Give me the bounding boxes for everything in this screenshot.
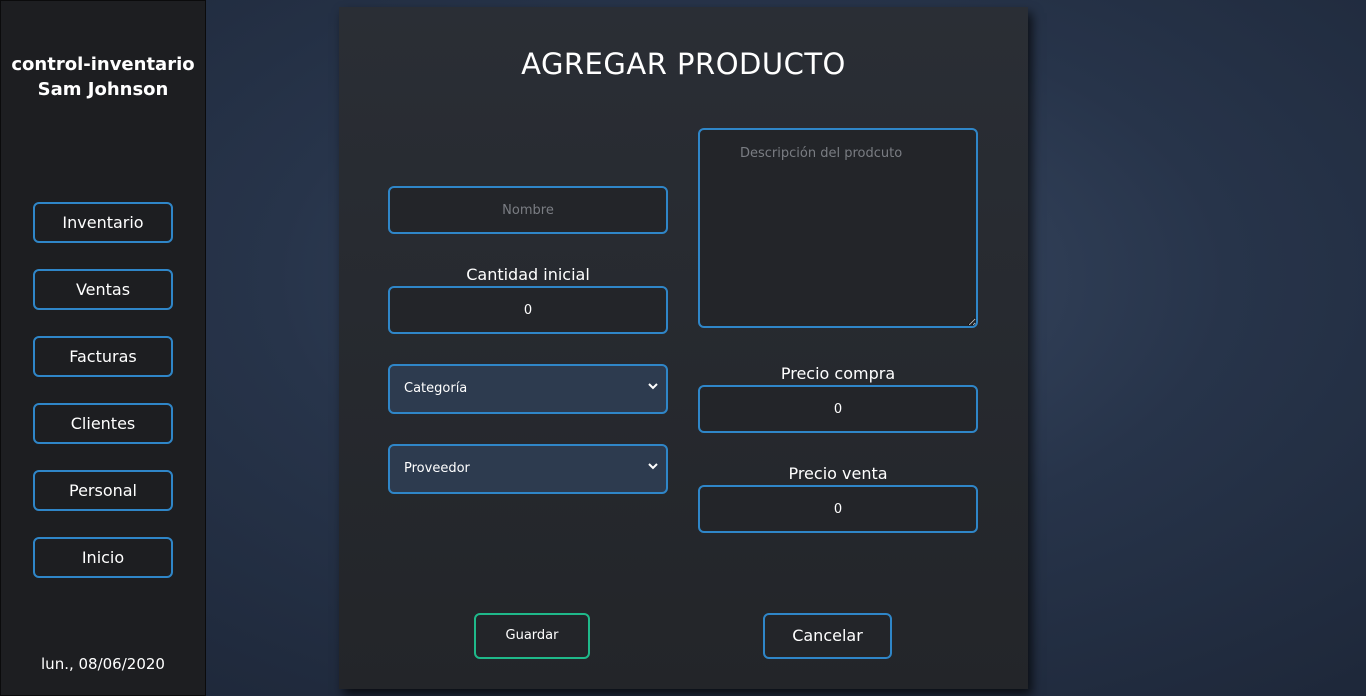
guardar-button[interactable]: Guardar [474,613,590,659]
user-name: Sam Johnson [37,79,169,100]
cantidad-input[interactable] [388,286,668,334]
nav-ventas-button[interactable]: Ventas [33,269,173,310]
proveedor-select[interactable]: Proveedor [388,444,668,494]
proveedor-selected-value: Proveedor [404,461,470,476]
nav-inicio-button[interactable]: Inicio [33,537,173,578]
sidebar: control-inventario Sam Johnson Inventari… [0,0,206,696]
page-title: AGREGAR PRODUCTO [521,47,846,81]
chevron-down-icon [648,463,658,470]
nav-clientes-button[interactable]: Clientes [33,403,173,444]
nav-personal-button[interactable]: Personal [33,470,173,511]
cantidad-label: Cantidad inicial [466,265,590,284]
precio-compra-input[interactable] [698,385,978,433]
chevron-down-icon [648,383,658,390]
nav-inventario-button[interactable]: Inventario [33,202,173,243]
current-date: lun., 08/06/2020 [41,655,165,673]
precio-venta-label: Precio venta [788,464,888,483]
app-name: control-inventario [11,54,195,75]
descripcion-textarea[interactable] [698,128,978,328]
precio-venta-input[interactable] [698,485,978,533]
categoria-selected-value: Categoría [404,381,468,396]
nav-facturas-button[interactable]: Facturas [33,336,173,377]
nombre-input[interactable] [388,186,668,234]
categoria-select[interactable]: Categoría [388,364,668,414]
add-product-panel: AGREGAR PRODUCTO Cantidad inicial Catego… [339,7,1028,689]
cancelar-button[interactable]: Cancelar [763,613,892,659]
precio-compra-label: Precio compra [780,364,896,383]
